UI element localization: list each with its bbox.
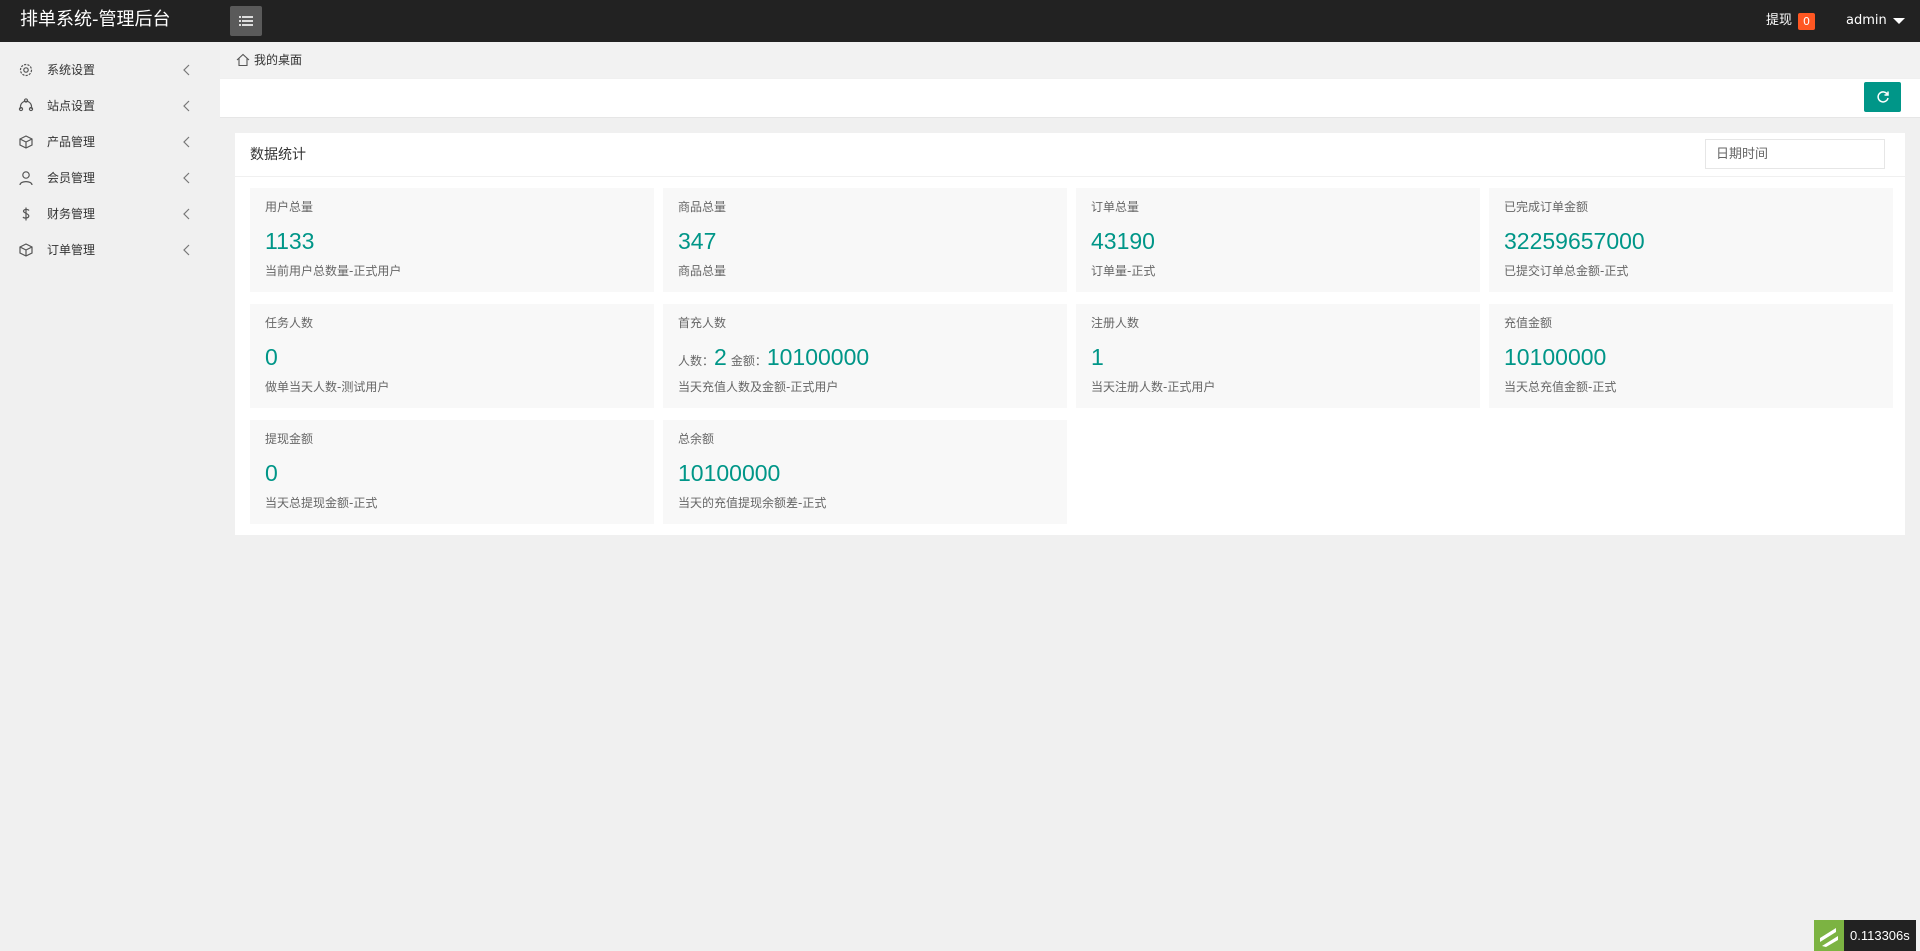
stat-subtitle: 已提交订单总金额-正式 xyxy=(1504,264,1629,278)
breadcrumb-current[interactable]: 我的桌面 xyxy=(254,42,302,78)
stat-title: 已完成订单金额 xyxy=(1504,200,1589,214)
withdraw-link[interactable]: 提现 0 xyxy=(1766,0,1816,42)
stat-subtitle: 当前用户总数量-正式用户 xyxy=(265,264,402,278)
stat-value: 32259657000 xyxy=(1504,228,1645,254)
chevron-left-icon xyxy=(183,100,190,112)
chevron-left-icon xyxy=(183,172,190,184)
stat-value: 0 xyxy=(265,344,278,370)
box-icon xyxy=(19,243,33,257)
stat-recharge-amount: 充值金额 10100000 当天总充值金额-正式 xyxy=(1489,304,1893,408)
framework-logo-icon xyxy=(1814,920,1844,951)
stat-value: 1133 xyxy=(265,228,315,254)
stat-total-balance: 总余额 10100000 当天的充值提现余额差-正式 xyxy=(663,420,1067,524)
stat-completed-order-amount: 已完成订单金额 32259657000 已提交订单总金额-正式 xyxy=(1489,188,1893,292)
amount-label: 金额： xyxy=(730,354,767,368)
gear-icon xyxy=(19,63,33,77)
sidebar-item-finance-management[interactable]: 财务管理 xyxy=(0,196,219,232)
menu-icon xyxy=(239,16,253,26)
stat-subtitle: 做单当天人数-测试用户 xyxy=(265,380,390,394)
stat-register-count: 注册人数 1 当天注册人数-正式用户 xyxy=(1076,304,1480,408)
stat-subtitle: 当天总充值金额-正式 xyxy=(1504,380,1617,394)
stat-value: 人数： 2 金额： 10100000 xyxy=(678,344,869,371)
stat-value: 10100000 xyxy=(678,460,781,486)
stat-subtitle: 订单量-正式 xyxy=(1091,264,1156,278)
stat-first-recharge: 首充人数 人数： 2 金额： 10100000 当天充值人数及金额-正式用户 xyxy=(663,304,1067,408)
top-header: 排单系统-管理后台 提现 0 admin xyxy=(0,0,1920,42)
amount-value: 10100000 xyxy=(766,344,870,370)
stat-subtitle: 商品总量 xyxy=(678,264,727,278)
stat-subtitle: 当天的充值提现余额差-正式 xyxy=(678,496,827,510)
withdraw-label: 提现 xyxy=(1766,13,1793,28)
refresh-icon xyxy=(1876,91,1889,103)
stat-title: 提现金额 xyxy=(265,432,314,446)
menu-toggle-button[interactable] xyxy=(230,6,262,36)
withdraw-count-badge: 0 xyxy=(1798,12,1816,30)
stat-title: 充值金额 xyxy=(1504,316,1553,330)
stat-title: 注册人数 xyxy=(1091,316,1140,330)
breadcrumb: 我的桌面 xyxy=(220,42,1920,78)
chevron-left-icon xyxy=(183,136,190,148)
stat-order-total: 订单总量 43190 订单量-正式 xyxy=(1076,188,1480,292)
sidebar-item-label: 产品管理 xyxy=(47,135,96,149)
stat-subtitle: 当天注册人数-正式用户 xyxy=(1091,380,1216,394)
caret-down-icon xyxy=(1892,18,1905,24)
sidebar-item-system-settings[interactable]: 系统设置 xyxy=(0,52,219,88)
sidebar: 系统设置 站点设置 产品管理 会员管理 财务管理 订单管理 xyxy=(0,42,219,951)
toolbar xyxy=(220,79,1920,118)
stat-subtitle: 当天总提现金额-正式 xyxy=(265,496,378,510)
stat-value: 43190 xyxy=(1091,228,1155,254)
stat-withdraw-amount: 提现金额 0 当天总提现金额-正式 xyxy=(250,420,654,524)
user-icon xyxy=(19,171,33,186)
user-menu[interactable]: admin xyxy=(1846,0,1905,42)
stat-title: 用户总量 xyxy=(265,200,314,214)
sidebar-item-label: 站点设置 xyxy=(47,99,96,113)
stat-subtitle: 当天充值人数及金额-正式用户 xyxy=(678,380,839,394)
stats-card: 数据统计 用户总量 1133 当前用户总数量-正式用户 商品总量 347 商品总… xyxy=(235,133,1905,535)
stat-product-total: 商品总量 347 商品总量 xyxy=(663,188,1067,292)
people-value: 2 xyxy=(714,344,727,370)
stat-value: 10100000 xyxy=(1504,344,1607,370)
sidebar-item-product-management[interactable]: 产品管理 xyxy=(0,124,219,160)
timer-text: 0.113306s xyxy=(1844,920,1916,951)
debug-timer[interactable]: 0.113306s xyxy=(1814,920,1916,951)
dollar-icon xyxy=(22,207,30,221)
stat-title: 首充人数 xyxy=(678,316,727,330)
date-time-input[interactable] xyxy=(1705,139,1885,169)
refresh-button[interactable] xyxy=(1864,82,1901,112)
stat-title: 商品总量 xyxy=(678,200,727,214)
site-icon xyxy=(18,98,34,112)
sidebar-item-order-management[interactable]: 订单管理 xyxy=(0,232,219,268)
box-icon xyxy=(19,135,33,149)
sidebar-item-label: 会员管理 xyxy=(47,171,96,185)
stat-value: 347 xyxy=(678,228,717,254)
stat-value: 1 xyxy=(1091,344,1104,370)
stats-card-header: 数据统计 xyxy=(235,133,1905,177)
chevron-left-icon xyxy=(183,244,190,256)
sidebar-item-site-settings[interactable]: 站点设置 xyxy=(0,88,219,124)
sidebar-item-member-management[interactable]: 会员管理 xyxy=(0,160,219,196)
chevron-left-icon xyxy=(183,64,190,76)
chevron-left-icon xyxy=(183,208,190,220)
sidebar-item-label: 订单管理 xyxy=(47,243,96,257)
card-title: 数据统计 xyxy=(250,147,306,163)
stat-user-total: 用户总量 1133 当前用户总数量-正式用户 xyxy=(250,188,654,292)
home-icon xyxy=(236,53,250,67)
user-name: admin xyxy=(1846,13,1887,28)
stat-value: 0 xyxy=(265,460,278,486)
stat-task-count: 任务人数 0 做单当天人数-测试用户 xyxy=(250,304,654,408)
stat-title: 总余额 xyxy=(678,432,715,446)
brand-title: 排单系统-管理后台 xyxy=(20,9,171,30)
stat-title: 订单总量 xyxy=(1091,200,1140,214)
sidebar-item-label: 财务管理 xyxy=(47,207,96,221)
stat-title: 任务人数 xyxy=(265,316,314,330)
people-label: 人数： xyxy=(678,354,715,368)
sidebar-item-label: 系统设置 xyxy=(47,63,96,77)
